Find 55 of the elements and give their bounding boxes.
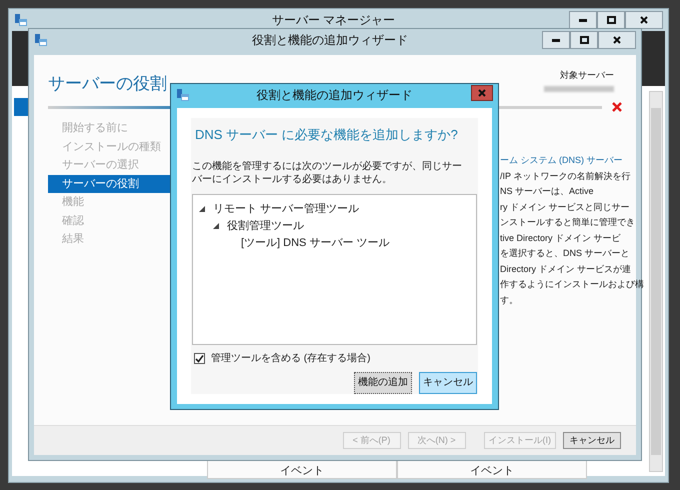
close-icon <box>613 36 621 44</box>
window-title: サーバー マネージャー <box>270 12 396 29</box>
dialog-button[interactable]: 機能の追加 <box>354 372 412 394</box>
maximize-icon <box>580 36 588 44</box>
maximize-icon <box>606 16 616 24</box>
description-line: NS サーバーは、Active <box>500 185 595 198</box>
minimize-button[interactable] <box>542 31 570 49</box>
error-icon <box>612 102 622 112</box>
tree-item[interactable]: 役割管理ツール <box>227 218 304 234</box>
table-header: イベント <box>397 459 587 479</box>
page-heading: サーバーの役割 <box>48 73 167 95</box>
description-line: ry ドメイン サービスと同じサー <box>500 200 630 214</box>
window-title: 役割と機能の追加ウィザード <box>251 32 409 49</box>
maximize-button[interactable] <box>570 31 598 49</box>
close-button[interactable] <box>598 31 636 49</box>
scrollbar[interactable] <box>649 91 663 472</box>
checkbox[interactable] <box>194 352 205 364</box>
dialog-button[interactable]: キャンセル <box>419 372 477 394</box>
dialog-message: この機能を管理するには次のツールが必要ですが、同じサーバーにインストールする必要はありません。 <box>192 160 463 186</box>
close-icon <box>640 16 648 24</box>
wizard-step[interactable]: サーバーの役割 <box>48 174 170 193</box>
server-app-icon <box>176 88 190 102</box>
table-header: イベント <box>207 459 397 479</box>
expanded-icon[interactable] <box>213 223 219 229</box>
checkbox-label: 管理ツールを含める (存在する場合) <box>211 352 370 366</box>
description-line: /IP ネットワークの名前解決を行 <box>500 170 632 182</box>
description-line: を選択すると、DNS サーバーと <box>500 247 631 260</box>
minimize-button[interactable] <box>569 11 597 29</box>
minimize-icon <box>552 38 560 42</box>
minimize-icon <box>579 18 587 22</box>
wizard-step[interactable]: 開始する前に <box>48 119 170 138</box>
tree-item[interactable]: リモート サーバー管理ツール <box>213 200 360 218</box>
wizard-step[interactable]: 確認 <box>48 212 170 230</box>
wizard-button[interactable]: キャンセル <box>563 432 621 449</box>
description-line: Directory ドメイン サービスが連 <box>500 262 632 276</box>
target-server-label: 対象サーバー <box>560 69 614 82</box>
expanded-icon[interactable] <box>199 206 205 212</box>
dialog-title: 役割と機能の追加ウィザード <box>256 87 414 104</box>
wizard-step[interactable]: 機能 <box>48 193 170 212</box>
close-icon <box>478 89 486 97</box>
maximize-button[interactable] <box>597 11 625 29</box>
description-line: 作するようにインストールおよび構 <box>500 278 644 291</box>
server-app-icon <box>34 33 48 47</box>
blurred-server-name <box>544 86 614 92</box>
server-app-icon <box>14 13 28 27</box>
description-line: す。 <box>500 294 519 306</box>
description-line: ンストールすると簡単に管理でき <box>500 216 636 229</box>
wizard-step[interactable]: 結果 <box>48 230 170 248</box>
close-button[interactable] <box>625 11 663 29</box>
wizard-step[interactable]: サーバーの選択 <box>48 156 170 174</box>
role-name-text: ーム システム (DNS) サーバー <box>500 154 624 167</box>
description-line: tive Directory ドメイン サービ <box>500 232 622 245</box>
dialog-question: DNS サーバー に必要な機能を追加しますか? <box>194 126 459 144</box>
tree-item[interactable]: [ツール] DNS サーバー ツール <box>241 234 390 252</box>
wizard-step[interactable]: インストールの種類 <box>48 138 170 156</box>
